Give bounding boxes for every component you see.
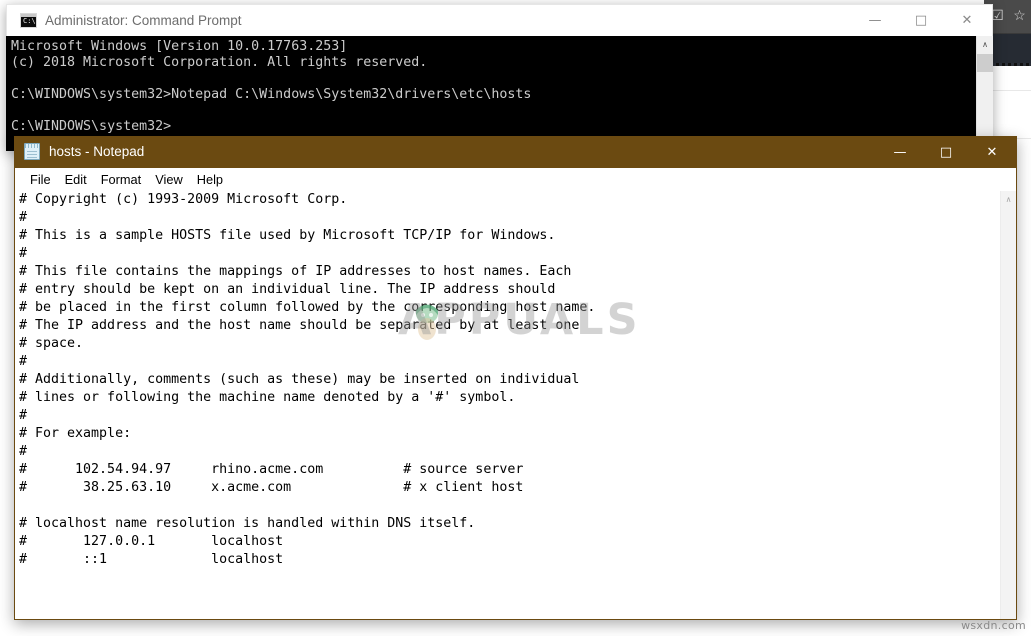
notepad-icon-line	[27, 151, 37, 152]
notepad-minimize-button[interactable]: —	[877, 136, 923, 168]
command-prompt-title: Administrator: Command Prompt	[45, 13, 242, 28]
notepad-menubar: File Edit Format View Help	[14, 168, 1017, 191]
command-prompt-console[interactable]: Microsoft Windows [Version 10.0.17763.25…	[6, 36, 993, 151]
cmd-close-button[interactable]: ✕	[944, 5, 990, 36]
cmd-icon: C:\.	[20, 13, 37, 28]
notepad-icon-line	[27, 154, 37, 155]
bookmark-star-icon[interactable]: ☆	[1011, 7, 1028, 24]
cmd-icon-label: C:\.	[23, 17, 36, 25]
notepad-maximize-button[interactable]: □	[923, 136, 969, 168]
menu-item-file[interactable]: File	[23, 168, 58, 191]
command-prompt-titlebar[interactable]: C:\. Administrator: Command Prompt — □ ✕	[6, 4, 993, 36]
menu-item-edit[interactable]: Edit	[58, 168, 94, 191]
notepad-title: hosts - Notepad	[49, 144, 145, 159]
notepad-window[interactable]: hosts - Notepad — □ ✕ File Edit Format V…	[14, 136, 1017, 620]
command-prompt-window[interactable]: C:\. Administrator: Command Prompt — □ ✕…	[6, 4, 993, 151]
console-output: Microsoft Windows [Version 10.0.17763.25…	[11, 39, 532, 134]
hosts-file-content: # Copyright (c) 1993-2009 Microsoft Corp…	[19, 192, 596, 567]
notepad-text-editor[interactable]: # Copyright (c) 1993-2009 Microsoft Corp…	[15, 191, 1000, 619]
notepad-window-border	[14, 168, 15, 620]
notepad-titlebar[interactable]: hosts - Notepad — □ ✕	[14, 136, 1017, 168]
source-watermark: wsxdn.com	[961, 619, 1026, 632]
screen-root: ☑ ☆ C:\. Administrator: Command Prompt —…	[0, 0, 1031, 636]
notepad-close-button[interactable]: ✕	[969, 136, 1015, 168]
cmd-minimize-button[interactable]: —	[852, 5, 898, 36]
notepad-icon-line	[27, 157, 37, 158]
notepad-icon	[24, 143, 40, 160]
menu-item-view[interactable]: View	[148, 168, 190, 191]
chevron-up-icon[interactable]: ∧	[977, 36, 993, 53]
chevron-up-icon[interactable]: ∧	[1001, 191, 1016, 208]
cmd-scrollbar[interactable]: ∧	[976, 36, 993, 151]
cmd-scrollbar-thumb[interactable]	[977, 54, 993, 72]
notepad-window-border	[1016, 168, 1017, 620]
menu-item-format[interactable]: Format	[94, 168, 149, 191]
notepad-scrollbar[interactable]: ∧	[1000, 191, 1016, 619]
menu-item-help[interactable]: Help	[190, 168, 230, 191]
notepad-icon-spiral	[25, 144, 39, 148]
cmd-maximize-button[interactable]: □	[898, 5, 944, 36]
notepad-window-border	[14, 619, 1017, 620]
